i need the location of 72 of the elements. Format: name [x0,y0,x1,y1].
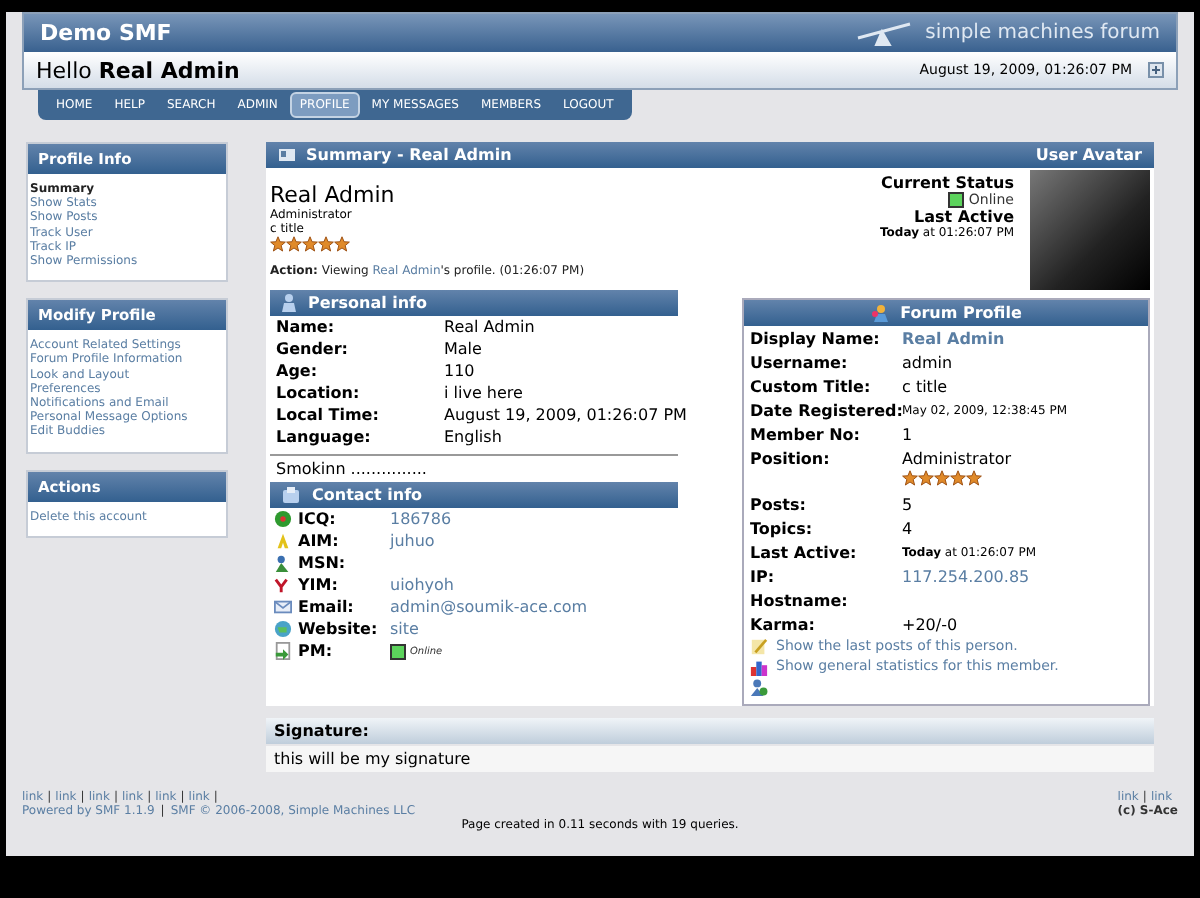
person-icon [282,294,296,312]
field-label: Gender: [276,340,350,358]
summary-title: Summary - Real Admin [306,146,512,164]
status-label: Current Status [881,174,1014,192]
field-label: Last Active: [750,543,859,561]
profile-value-link[interactable]: 117.254.200.85 [902,567,1148,585]
field-label: Display Name: [750,329,882,347]
last-active-label: Last Active [913,208,1014,226]
field-label: Username: [750,353,850,371]
field-label: Topics: [750,519,815,537]
signature-label: Signature: [274,722,369,740]
contact-link[interactable]: juhuo [390,532,678,550]
field-label: AIM: [298,532,341,550]
field-value: Male [444,340,484,358]
field-label: YIM: [298,576,340,594]
section-title: Forum Profile [900,304,1022,322]
section-title: Contact info [312,486,423,504]
field-value: c title [902,377,950,395]
contact-card-icon [282,486,300,504]
id-card-icon [278,148,296,162]
field-label: Member No: [750,425,862,443]
field-value: English [444,428,504,446]
contact-link[interactable]: 186786 [390,510,678,528]
signature-line: Smokinn ............... [274,460,429,478]
profile-value-link[interactable]: Real Admin [902,329,1148,347]
field-label: Hostname: [750,591,850,609]
field-value: Real Admin [444,318,537,336]
avatar-heading: User Avatar [1035,146,1142,164]
avatar-placeholder [1030,170,1150,290]
field-value: Administrator [902,449,1014,467]
field-label: IP: [750,567,777,585]
field-label: MSN: [298,554,348,572]
field-label: Age: [276,362,320,380]
field-label: Name: [276,318,337,336]
field-label: Date Registered: [750,401,902,419]
envelope-icon [274,598,292,616]
field-value: 1 [902,425,915,443]
site-title: Demo SMF [40,20,172,46]
contact-link[interactable]: site [390,620,678,638]
users-icon [870,304,889,322]
field-label: Position: [750,449,832,467]
field-value: August 19, 2009, 01:26:07 PM [444,406,687,424]
field-value: +20/-0 [902,615,960,633]
user-plus-icon [750,677,768,695]
field-value: i live here [444,384,525,402]
field-label: Website: [298,620,380,638]
field-label: ICQ: [298,510,338,528]
contact-link[interactable]: uiohyoh [390,576,678,594]
field-label: Karma: [750,615,817,633]
field-label: Language: [276,428,373,446]
field-label: Custom Title: [750,377,873,395]
field-label: PM: [298,642,335,660]
field-value: 4 [902,519,915,537]
bar-chart-icon [750,657,768,675]
greeting: Hello Real Admin [36,57,240,83]
field-value: admin [902,353,955,371]
field-label: Local Time: [276,406,381,424]
contact-link[interactable]: admin@soumik-ace.com [390,598,678,616]
pencil-icon [750,637,768,655]
section-title: Personal info [308,294,428,312]
globe-icon [274,620,292,638]
field-value: 110 [444,362,477,380]
field-label: Location: [276,384,362,402]
y-logo-icon [274,576,292,594]
field-label: Posts: [750,495,808,513]
collapse-icon[interactable] [1148,62,1164,78]
signature-text: this will be my signature [266,746,1154,772]
field-value: 5 [902,495,915,513]
field-label: Email: [298,598,356,616]
scale-logo-icon [853,21,914,45]
logo-text: simple machines forum [925,22,1160,44]
member-name: Real Admin [270,182,397,208]
